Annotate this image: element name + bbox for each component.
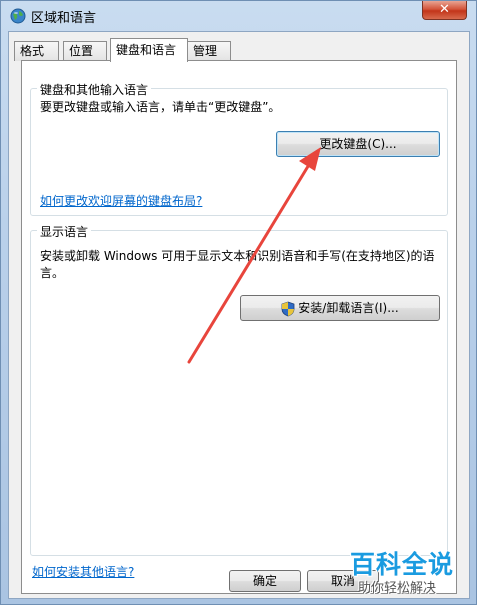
watermark-title: 百科全说 (350, 550, 455, 579)
tab-location[interactable]: 位置 (63, 41, 107, 61)
install-button-label: 安装/卸载语言(I)... (298, 301, 399, 315)
watermark-subtitle: 助你轻松解决 (358, 581, 437, 596)
display-language-group: 显示语言 安装或卸载 Windows 可用于显示文本和识别语音和手写(在支持地区… (30, 223, 448, 556)
close-button[interactable]: ✕ (422, 1, 467, 20)
tab-keyboards-languages[interactable]: 键盘和语言 (110, 38, 188, 62)
keyboard-group-label: 键盘和其他输入语言 (37, 81, 152, 98)
install-uninstall-languages-button[interactable]: 安装/卸载语言(I)... (240, 295, 440, 321)
ok-button[interactable]: 确定 (229, 570, 301, 592)
dialog-client-area: 格式 位置 键盘和语言 管理 键盘和其他输入语言 要更改键盘或输入语言，请单击“… (8, 31, 470, 599)
tab-formats[interactable]: 格式 (14, 41, 59, 61)
tab-administrative[interactable]: 管理 (187, 41, 231, 61)
window-title: 区域和语言 (31, 11, 97, 26)
change-keyboards-button[interactable]: 更改键盘(C)... (276, 131, 440, 157)
watermark-logo: 百科全说 助你轻松解决 (344, 545, 474, 600)
keyboard-description: 要更改键盘或输入语言，请单击“更改键盘”。 (40, 100, 281, 114)
uac-shield-icon (281, 301, 295, 316)
title-bar[interactable]: 区域和语言 ✕ (1, 1, 476, 31)
display-language-description-line1: 安装或卸载 Windows 可用于显示文本和识别语音和手写(在支持地区)的语 (40, 249, 435, 263)
install-other-languages-link[interactable]: 如何安装其他语言? (32, 563, 134, 580)
display-language-label: 显示语言 (37, 223, 92, 240)
globe-icon (10, 8, 26, 24)
welcome-screen-keyboard-link[interactable]: 如何更改欢迎屏幕的键盘布局? (40, 192, 202, 209)
keyboard-group: 键盘和其他输入语言 要更改键盘或输入语言，请单击“更改键盘”。 更改键盘(C).… (30, 81, 448, 216)
dialog-window: 区域和语言 ✕ 格式 位置 键盘和语言 管理 键盘和其他输入语言 要更改键盘或输… (0, 0, 477, 605)
display-language-description-line2: 言。 (40, 266, 65, 280)
tab-panel: 键盘和其他输入语言 要更改键盘或输入语言，请单击“更改键盘”。 更改键盘(C).… (21, 60, 457, 594)
